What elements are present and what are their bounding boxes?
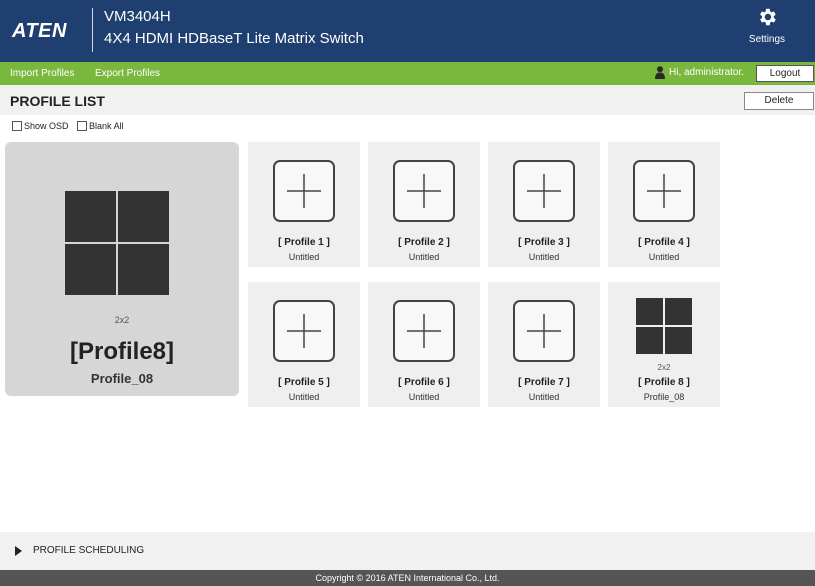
add-profile-icon bbox=[393, 300, 455, 362]
profile-tile-3[interactable]: [ Profile 3 ] Untitled bbox=[488, 142, 600, 267]
header-divider bbox=[92, 8, 93, 52]
profile-tile-8[interactable]: 2x2 [ Profile 8 ] Profile_08 bbox=[608, 282, 720, 407]
profile-layout-label: 2x2 bbox=[657, 363, 671, 372]
profile-name: [ Profile 3 ] bbox=[518, 237, 570, 248]
expand-arrow-icon bbox=[15, 546, 22, 556]
profile-scheduling-label: PROFILE SCHEDULING bbox=[33, 545, 145, 556]
profile-scheduling-toggle[interactable]: PROFILE SCHEDULING bbox=[0, 532, 815, 570]
profile-subtitle: Untitled bbox=[528, 252, 560, 262]
layout-2x2-icon bbox=[636, 298, 692, 354]
profile-tile-1[interactable]: [ Profile 1 ] Untitled bbox=[248, 142, 360, 267]
title-bar: PROFILE LIST Delete bbox=[0, 85, 815, 115]
profile-subtitle: Profile_08 bbox=[643, 392, 685, 402]
profile-name: [ Profile 6 ] bbox=[398, 377, 450, 388]
profile-name: [ Profile 7 ] bbox=[518, 377, 570, 388]
show-osd-checkbox[interactable] bbox=[12, 121, 22, 131]
add-profile-icon bbox=[273, 300, 335, 362]
profile-name: [ Profile 2 ] bbox=[398, 237, 450, 248]
profile-tile-2[interactable]: [ Profile 2 ] Untitled bbox=[368, 142, 480, 267]
show-osd-label: Show OSD bbox=[24, 121, 69, 131]
settings-label: Settings bbox=[748, 34, 786, 45]
profile-name: [ Profile 8 ] bbox=[638, 377, 690, 388]
page-title: PROFILE LIST bbox=[10, 93, 105, 109]
profile-tile-7[interactable]: [ Profile 7 ] Untitled bbox=[488, 282, 600, 407]
add-profile-icon bbox=[393, 160, 455, 222]
profile-tile-6[interactable]: [ Profile 6 ] Untitled bbox=[368, 282, 480, 407]
add-profile-icon bbox=[513, 160, 575, 222]
delete-button[interactable]: Delete bbox=[744, 92, 814, 110]
preview-profile-subtitle: Profile_08 bbox=[90, 371, 154, 386]
profile-preview: 2x2 [Profile8] Profile_08 bbox=[5, 142, 239, 396]
blank-all-label: Blank All bbox=[89, 121, 124, 131]
profile-subtitle: Untitled bbox=[288, 252, 320, 262]
profile-subtitle: Untitled bbox=[408, 392, 440, 402]
profile-tile-5[interactable]: [ Profile 5 ] Untitled bbox=[248, 282, 360, 407]
copyright-text: Copyright © 2016 ATEN International Co.,… bbox=[315, 573, 500, 583]
user-greeting: Hi, administrator. bbox=[655, 66, 744, 79]
display-options: Show OSD Blank All bbox=[12, 121, 130, 133]
profile-tile-4[interactable]: [ Profile 4 ] Untitled bbox=[608, 142, 720, 267]
preview-layout-label: 2x2 bbox=[114, 315, 130, 325]
profile-name: [ Profile 4 ] bbox=[638, 237, 690, 248]
add-profile-icon bbox=[273, 160, 335, 222]
blank-all-checkbox[interactable] bbox=[77, 121, 88, 131]
device-description: 4X4 HDMI HDBaseT Lite Matrix Switch bbox=[104, 30, 364, 47]
aten-logo: ATEN bbox=[12, 20, 67, 42]
blank-all-option[interactable]: Blank All bbox=[77, 121, 124, 131]
settings-button[interactable]: Settings bbox=[742, 6, 792, 45]
profile-subtitle: Untitled bbox=[528, 392, 560, 402]
add-profile-icon bbox=[633, 160, 695, 222]
profile-name: [ Profile 1 ] bbox=[278, 237, 330, 248]
add-profile-icon bbox=[513, 300, 575, 362]
user-greeting-text: Hi, administrator. bbox=[669, 67, 745, 79]
profile-name: [ Profile 5 ] bbox=[278, 377, 330, 388]
preview-profile-name: [Profile8] bbox=[69, 338, 174, 365]
layout-2x2-icon bbox=[65, 191, 169, 295]
import-profiles-link[interactable]: Import Profiles bbox=[10, 68, 74, 79]
gear-icon bbox=[760, 8, 776, 26]
user-icon bbox=[655, 66, 665, 79]
show-osd-option[interactable]: Show OSD bbox=[12, 121, 69, 131]
footer: Copyright © 2016 ATEN International Co.,… bbox=[0, 570, 815, 586]
logout-button[interactable]: Logout bbox=[756, 65, 814, 82]
profile-subtitle: Untitled bbox=[648, 252, 680, 262]
profile-subtitle: Untitled bbox=[408, 252, 440, 262]
profile-subtitle: Untitled bbox=[288, 392, 320, 402]
device-model: VM3404H bbox=[104, 8, 171, 25]
menu-bar: Import Profiles Export Profiles Hi, admi… bbox=[0, 62, 815, 85]
app-header: ATEN VM3404H 4X4 HDMI HDBaseT Lite Matri… bbox=[0, 0, 815, 62]
export-profiles-link[interactable]: Export Profiles bbox=[95, 68, 160, 79]
